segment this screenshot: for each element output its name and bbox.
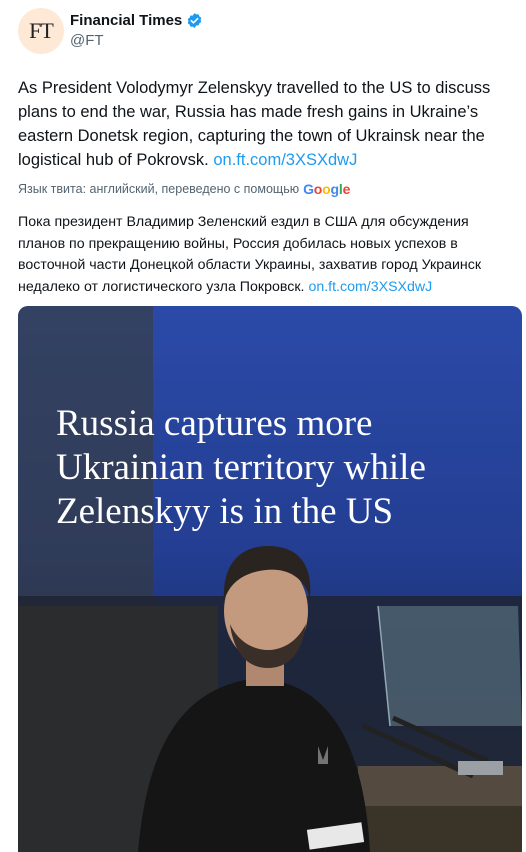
tweet-header: FT Financial Times @FT [18, 8, 508, 56]
translation-note-label: Язык твита: английский, переведено с пом… [18, 182, 300, 196]
media-headline: Russia captures more Ukrainian territory… [56, 402, 496, 534]
google-logo: Google [303, 181, 351, 197]
tweet-link[interactable]: on.ft.com/3XSXdwJ [213, 151, 357, 169]
translation-note[interactable]: Язык твита: английский, переведено с пом… [18, 181, 350, 197]
headline-line-2: Ukrainian territory while [56, 447, 426, 488]
tweet-media-image[interactable]: Russia captures more Ukrainian territory… [18, 306, 522, 852]
account-handle[interactable]: @FT [70, 32, 104, 49]
account-name[interactable]: Financial Times [70, 12, 182, 29]
verified-badge-icon [186, 12, 203, 29]
media-photo [18, 306, 522, 852]
name-row: Financial Times [70, 12, 203, 29]
translated-link[interactable]: on.ft.com/3XSXdwJ [308, 279, 432, 295]
translated-text: Пока президент Владимир Зеленский ездил … [18, 212, 514, 298]
headline-line-3: Zelenskyy is in the US [56, 491, 394, 532]
tweet-text: As President Volodymyr Zelenskyy travell… [18, 76, 514, 172]
avatar[interactable]: FT [18, 8, 64, 54]
headline-line-1: Russia captures more [56, 403, 373, 444]
